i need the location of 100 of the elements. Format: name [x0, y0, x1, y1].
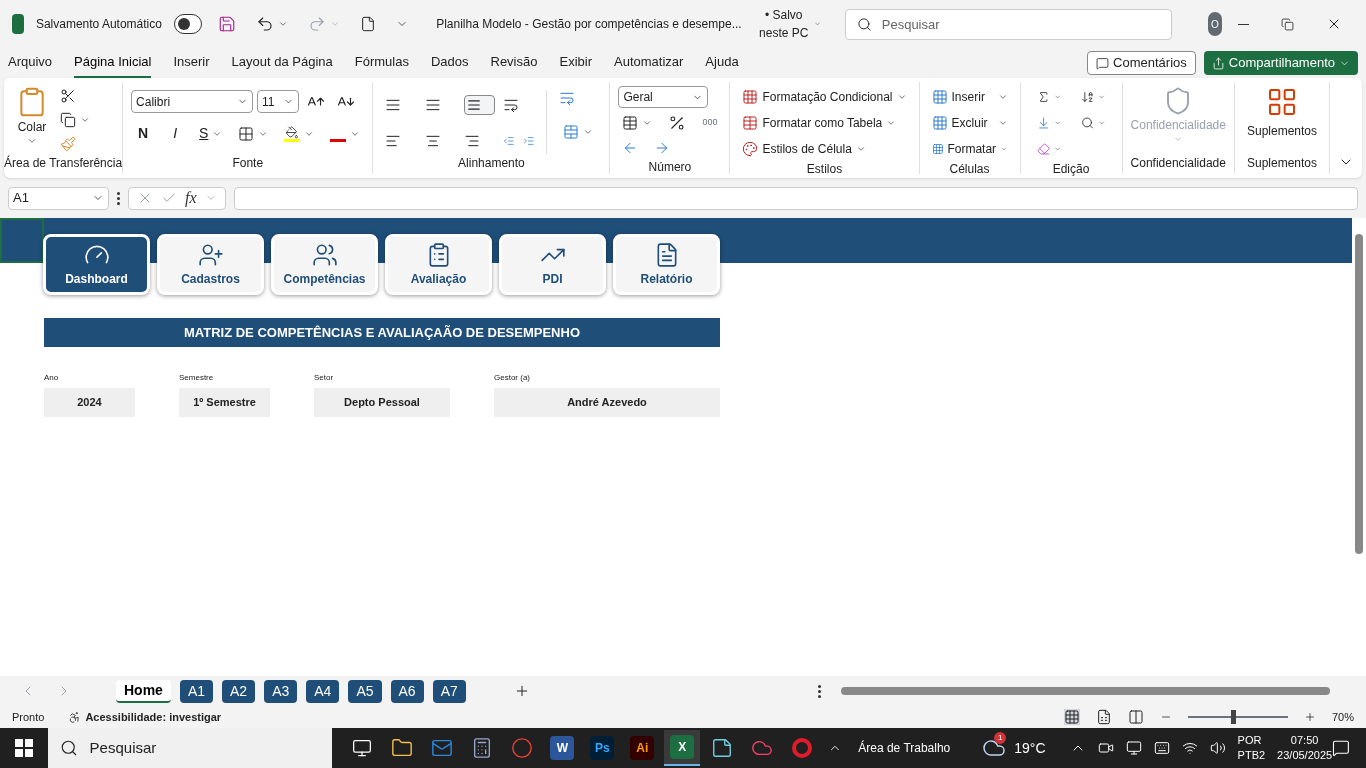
title-banner: MATRIZ DE COMPETÊNCIAS E AVALIAÇAÃO DE DESEMPENHO [44, 318, 720, 347]
group-label: Número [647, 159, 693, 176]
cells-icon [931, 89, 948, 105]
cells-button[interactable]: Formatar [927, 138, 1012, 160]
merge-cells-icon [563, 124, 580, 140]
orientation-icon [503, 97, 520, 113]
search-icon [1081, 114, 1095, 132]
value-cell: Depto Pessoal [314, 388, 450, 417]
nav-button[interactable]: Dashboard [43, 234, 150, 295]
notification-badge: 1 [994, 732, 1007, 744]
taskbar-app[interactable]: W [544, 730, 581, 766]
sheet-tab[interactable]: A5 [348, 679, 382, 703]
save-icon [218, 15, 237, 33]
taskbar-search[interactable]: Pesquisar [47, 728, 333, 768]
ribbon-tab[interactable]: Dados [430, 48, 469, 78]
group-label: Alinhamento [457, 155, 526, 172]
task-view-icon [352, 738, 373, 758]
caret-icon [855, 144, 866, 154]
autosave-toggle[interactable] [173, 14, 203, 34]
app-logo: Ps [590, 736, 615, 760]
saved-status[interactable]: • Salvo neste PC [753, 4, 825, 44]
sheet-tab[interactable]: A2 [222, 679, 256, 703]
wrap-text-icon [559, 90, 576, 106]
nav-button[interactable]: PDI [499, 234, 606, 295]
ribbon-tab[interactable]: Automatizar [614, 48, 684, 78]
sheet-tab[interactable]: A3 [264, 679, 298, 703]
cells-icon [931, 115, 948, 131]
accessibility-icon [68, 710, 82, 724]
nav-button[interactable]: Competências [271, 234, 378, 295]
cells-icon [931, 141, 944, 157]
ribbon-tab[interactable]: Revisão [490, 48, 538, 78]
zoom-in-icon [1303, 711, 1316, 723]
search-field[interactable]: Pesquisar [844, 8, 1172, 40]
avatar[interactable]: O [1207, 12, 1222, 36]
ribbon-tab[interactable]: Inserir [173, 48, 210, 78]
caret-icon [1173, 134, 1184, 144]
font-size-dropdown[interactable]: 11 [257, 90, 300, 113]
name-box[interactable]: A1 [8, 186, 109, 210]
zoom-slider[interactable] [1187, 710, 1288, 724]
ribbon-tab[interactable]: Exibir [559, 48, 592, 78]
more-icon[interactable] [117, 191, 120, 205]
taskbar-app[interactable]: X [664, 730, 701, 766]
taskbar-app[interactable]: Ai [624, 730, 661, 766]
currency-icon [622, 115, 639, 131]
styles-button[interactable]: Estilos de Célula [738, 138, 911, 160]
file-icon [360, 16, 377, 32]
window-title: Planilha Modelo - Gestão por competências e desempe... [436, 16, 742, 33]
ribbon-tab[interactable]: Fórmulas [354, 48, 409, 78]
font-name-dropdown[interactable]: Calibri [131, 90, 254, 113]
sheet-tab[interactable]: A7 [432, 679, 466, 703]
search-icon [59, 739, 78, 757]
user-add-icon [197, 241, 224, 268]
comment-icon [1096, 56, 1110, 70]
nav-button[interactable]: Relatório [613, 234, 720, 295]
addins-button[interactable]: Suplementos [1246, 86, 1317, 140]
sheet-tab[interactable]: A4 [306, 679, 340, 703]
formula-field[interactable] [233, 186, 1358, 210]
field-label: Setor [314, 372, 335, 384]
sheet-tab[interactable]: A6 [390, 679, 424, 703]
nav-button[interactable]: Cadastros [157, 234, 264, 295]
undo-icon [256, 15, 275, 33]
sheet-tab[interactable]: A1 [179, 679, 214, 703]
keyboard-layout-text: PTB2 [1237, 748, 1266, 763]
comments-button[interactable]: Comentários [1087, 51, 1196, 75]
search-icon [856, 16, 872, 32]
sheet-tab[interactable]: Home [116, 679, 171, 703]
more-icon[interactable] [817, 684, 821, 698]
paste-button[interactable]: Colar [16, 86, 48, 146]
status-text: Pronto [12, 709, 45, 725]
bold-button[interactable]: N [131, 121, 156, 146]
insert-function-button[interactable]: fx [185, 186, 197, 210]
taskbar-app[interactable]: Ps [584, 730, 621, 766]
conditional-format-icon [742, 89, 759, 105]
styles-button[interactable]: Formatação Condicional [738, 86, 911, 108]
share-button[interactable]: Compartilhamento [1203, 51, 1358, 75]
browser-icon [511, 737, 534, 759]
caret-icon [642, 118, 653, 128]
underline-button[interactable]: S [195, 121, 227, 146]
percent-icon [668, 114, 687, 132]
cells-button[interactable]: Excluir [927, 112, 1012, 134]
accessibility-status[interactable]: Acessibilidade: investigar [85, 708, 222, 726]
language-text: POR [1237, 733, 1263, 748]
styles-button[interactable]: Formatar como Tabela [738, 112, 911, 134]
clock-time: 07:50 [1290, 733, 1319, 748]
caret-icon [330, 19, 341, 29]
desktop-toolbar: Área de Trabalho [858, 739, 951, 757]
ribbon-tab[interactable]: Ajuda [705, 48, 739, 78]
comma-style-button[interactable]: 000 [698, 114, 722, 132]
italic-button[interactable]: I [163, 121, 188, 146]
nav-button[interactable]: Avaliação [385, 234, 492, 295]
align-top-icon [385, 97, 402, 113]
ribbon-tab[interactable]: Arquivo [8, 48, 53, 78]
caret-icon [997, 92, 1008, 102]
table-icon [742, 115, 759, 131]
paint-bucket-icon [284, 125, 301, 142]
ribbon-tab[interactable]: Layout da Página [231, 48, 333, 78]
group-label: Confidencialidade [1129, 155, 1227, 172]
cells-button[interactable]: Inserir [927, 86, 1012, 108]
number-format-dropdown[interactable]: Geral [618, 86, 709, 108]
normal-view-icon [1063, 709, 1080, 725]
